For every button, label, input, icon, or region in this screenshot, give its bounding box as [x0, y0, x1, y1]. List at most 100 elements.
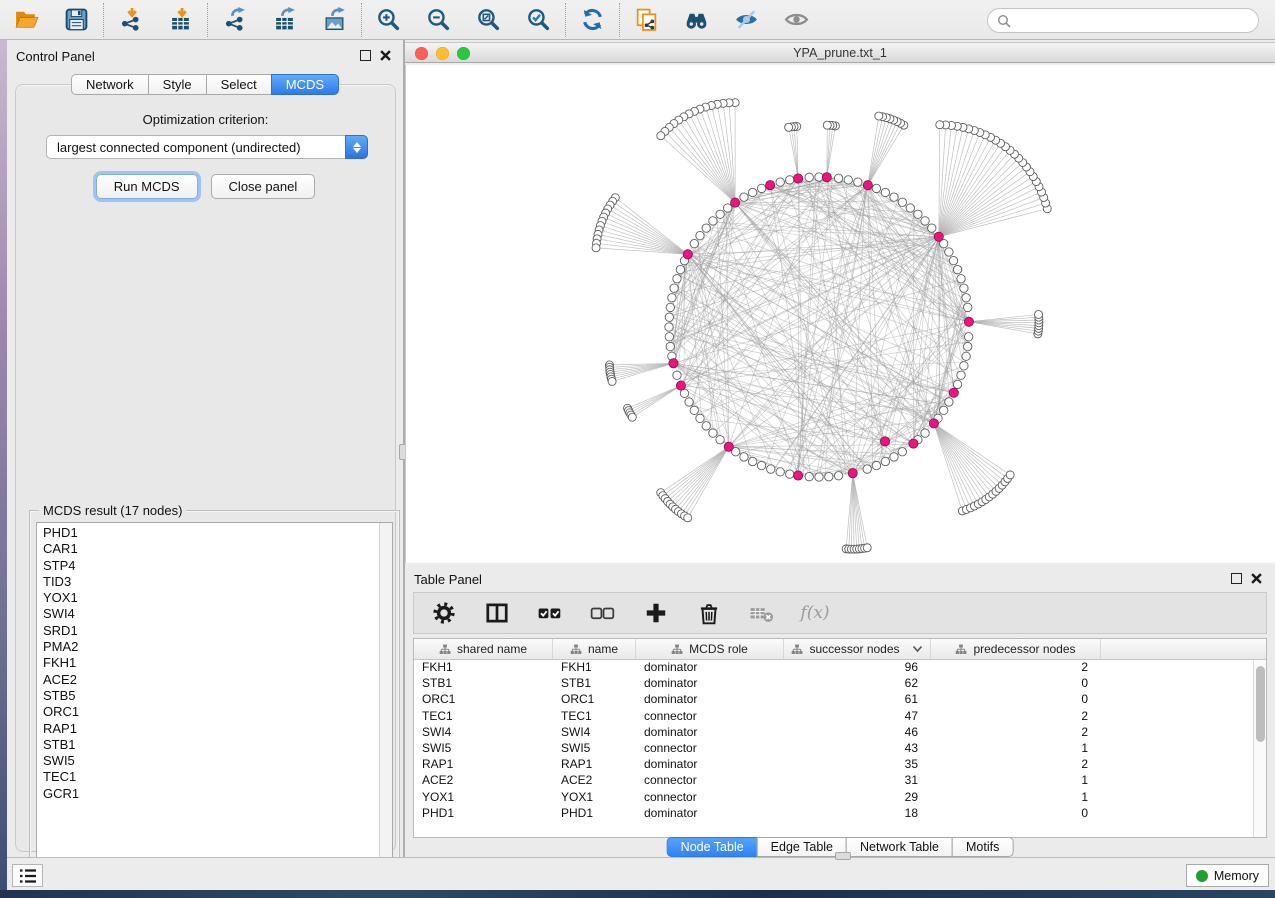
- column-header-shared-name[interactable]: shared name: [414, 639, 553, 659]
- import-network-icon[interactable]: [117, 6, 144, 33]
- control-panel-tabs: NetworkStyleSelectMCDS: [71, 74, 339, 95]
- open-session-icon[interactable]: [13, 6, 40, 33]
- cell: 31: [784, 773, 931, 789]
- tab-mcds[interactable]: MCDS: [271, 74, 339, 95]
- table-splitter-handle[interactable]: [835, 852, 851, 860]
- cell: SWI4: [553, 725, 636, 741]
- tab-network[interactable]: Network: [71, 74, 149, 95]
- optimization-criterion-label: Optimization criterion:: [16, 112, 395, 127]
- refresh-view-icon[interactable]: [579, 6, 606, 33]
- mcds-result-item[interactable]: PMA2: [37, 639, 378, 655]
- mcds-result-item[interactable]: TEC1: [37, 769, 378, 785]
- mcds-result-list[interactable]: PHD1CAR1STP4TID3YOX1SWI4SRD1PMA2FKH1ACE2…: [36, 522, 393, 882]
- mcds-result-item[interactable]: ACE2: [37, 672, 378, 688]
- save-session-icon[interactable]: [63, 6, 90, 33]
- table-row-ORC1[interactable]: ORC1ORC1dominator610: [414, 692, 1266, 708]
- export-table-icon[interactable]: [271, 6, 298, 33]
- deselect-all-icon[interactable]: [590, 601, 616, 626]
- cell: 0: [931, 806, 1101, 822]
- table-toolbar: f(x): [413, 592, 1267, 634]
- mcds-result-item[interactable]: STB1: [37, 737, 378, 753]
- fit-content-icon[interactable]: [475, 6, 502, 33]
- run-mcds-button[interactable]: Run MCDS: [96, 174, 198, 199]
- export-network-icon[interactable]: [221, 6, 248, 33]
- desktop-wallpaper-strip-bottom: [0, 890, 1275, 898]
- mcds-result-item[interactable]: YOX1: [37, 590, 378, 606]
- select-all-icon[interactable]: [537, 601, 563, 626]
- table-row-RAP1[interactable]: RAP1RAP1dominator352: [414, 757, 1266, 773]
- cell: 1: [931, 790, 1101, 806]
- cell: ACE2: [414, 773, 553, 789]
- tab-motifs[interactable]: Motifs: [952, 837, 1013, 857]
- network-window-titlebar[interactable]: YPA_prune.txt_1: [405, 42, 1275, 63]
- column-header-MCDS-role[interactable]: MCDS role: [636, 639, 784, 659]
- table-row-FKH1[interactable]: FKH1FKH1dominator962: [414, 660, 1266, 676]
- delete-column-icon[interactable]: [696, 601, 722, 626]
- mcds-result-item[interactable]: STP4: [37, 558, 378, 574]
- tab-network-table[interactable]: Network Table: [846, 837, 953, 857]
- column-header-successor-nodes[interactable]: successor nodes: [784, 639, 931, 659]
- column-header-name[interactable]: name: [553, 639, 636, 659]
- search-input[interactable]: [1016, 10, 1251, 31]
- network-canvas[interactable]: [405, 65, 1275, 563]
- mcds-result-item[interactable]: PHD1: [37, 525, 378, 541]
- split-panel-icon[interactable]: [484, 601, 510, 626]
- table-row-TEC1[interactable]: TEC1TEC1connector472: [414, 709, 1266, 725]
- close-table-panel-icon[interactable]: [1251, 573, 1262, 584]
- mcds-result-item[interactable]: RAP1: [37, 721, 378, 737]
- cell: ORC1: [414, 692, 553, 708]
- table-scrollbar[interactable]: [1253, 660, 1266, 837]
- tab-edge-table[interactable]: Edge Table: [757, 837, 847, 857]
- list-scrollbar[interactable]: [379, 523, 392, 881]
- mcds-result-item[interactable]: CAR1: [37, 541, 378, 557]
- mcds-result-item[interactable]: FKH1: [37, 655, 378, 671]
- table-scroll-thumb[interactable]: [1256, 666, 1265, 742]
- table-row-STB1[interactable]: STB1STB1dominator620: [414, 676, 1266, 692]
- float-table-panel-icon[interactable]: [1231, 573, 1242, 584]
- export-image-icon[interactable]: [321, 6, 348, 33]
- mcds-result-item[interactable]: GCR1: [37, 786, 378, 802]
- close-panel-button[interactable]: Close panel: [211, 174, 316, 199]
- close-panel-icon[interactable]: [380, 50, 391, 61]
- criterion-dropdown[interactable]: largest connected component (undirected): [46, 135, 368, 159]
- mcds-result-item[interactable]: SRD1: [37, 623, 378, 639]
- clone-network-icon[interactable]: [633, 6, 660, 33]
- tab-node-table[interactable]: Node Table: [667, 837, 758, 857]
- mcds-result-item[interactable]: ORC1: [37, 704, 378, 720]
- hide-graphics-details-icon[interactable]: [733, 6, 760, 33]
- network-graph-svg[interactable]: [406, 65, 1275, 563]
- zoom-out-icon[interactable]: [425, 6, 452, 33]
- zoom-selected-icon[interactable]: [525, 6, 552, 33]
- birds-eye-view-icon[interactable]: [783, 6, 810, 33]
- table-row-SWI4[interactable]: SWI4SWI4dominator462: [414, 725, 1266, 741]
- cell: STB1: [553, 676, 636, 692]
- mcds-result-item[interactable]: STB5: [37, 688, 378, 704]
- add-column-icon[interactable]: [643, 601, 669, 626]
- task-history-button[interactable]: [12, 864, 43, 887]
- mcds-tab-content: Optimization criterion: largest connecte…: [15, 84, 396, 852]
- dropdown-stepper-icon: [345, 135, 368, 159]
- tab-select[interactable]: Select: [206, 74, 272, 95]
- table-row-YOX1[interactable]: YOX1YOX1connector291: [414, 790, 1266, 806]
- search-binoculars-icon[interactable]: [683, 6, 710, 33]
- mcds-result-item[interactable]: SWI4: [37, 606, 378, 622]
- cell: YOX1: [414, 790, 553, 806]
- cell: TEC1: [553, 709, 636, 725]
- cell: STB1: [414, 676, 553, 692]
- float-panel-icon[interactable]: [360, 50, 371, 61]
- settings-gear-icon[interactable]: [431, 601, 457, 626]
- table-row-SWI5[interactable]: SWI5SWI5connector431: [414, 741, 1266, 757]
- memory-button[interactable]: Memory: [1186, 864, 1269, 887]
- mcds-result-title: MCDS result (17 nodes): [39, 503, 186, 518]
- node-table: shared namenameMCDS rolesuccessor nodesp…: [413, 638, 1267, 838]
- delete-table-icon[interactable]: [749, 601, 775, 626]
- column-header-predecessor-nodes[interactable]: predecessor nodes: [931, 639, 1101, 659]
- tab-style[interactable]: Style: [148, 74, 207, 95]
- mcds-result-item[interactable]: TID3: [37, 574, 378, 590]
- table-row-ACE2[interactable]: ACE2ACE2connector311: [414, 773, 1266, 789]
- import-table-icon[interactable]: [167, 6, 194, 33]
- zoom-in-icon[interactable]: [375, 6, 402, 33]
- table-row-PHD1[interactable]: PHD1PHD1dominator180: [414, 806, 1266, 822]
- mcds-result-item[interactable]: SWI5: [37, 753, 378, 769]
- function-builder-icon[interactable]: f(x): [802, 601, 828, 626]
